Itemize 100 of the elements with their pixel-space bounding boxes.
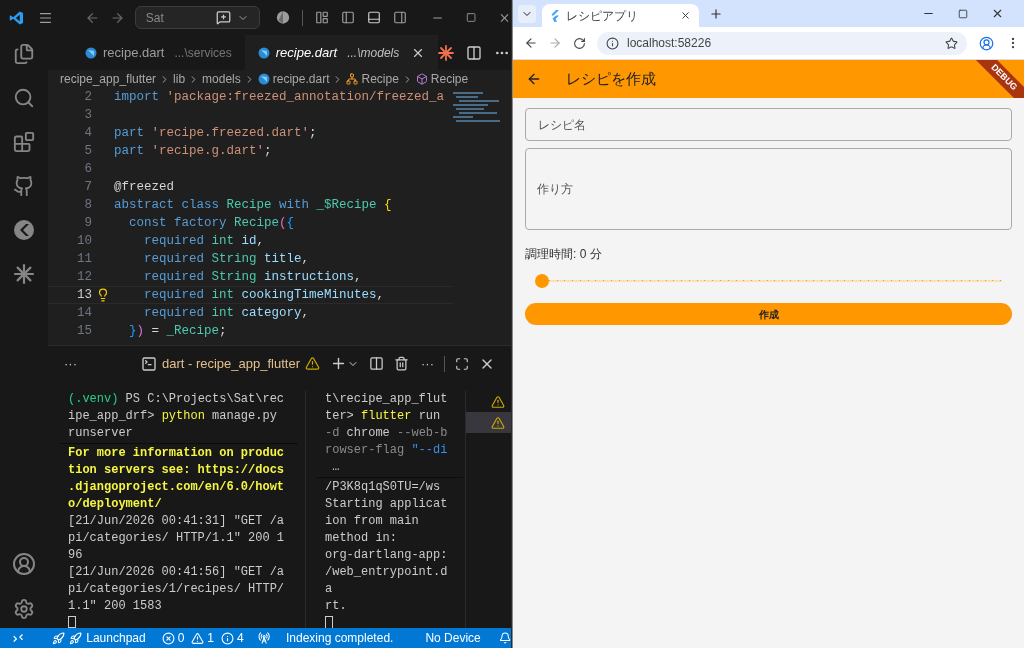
new-tab-icon[interactable] [709,7,723,21]
breadcrumb-item[interactable]: recipe.dart [272,70,330,88]
sparkle-icon[interactable] [13,263,35,285]
terminal-line: .djangoproject.com/en/6.0/howt [68,478,286,496]
remote-icon[interactable] [12,631,25,645]
command-center-label: Sat [145,9,165,27]
indexing-status[interactable]: Indexing completed. [286,629,394,647]
dart-file-icon [257,73,270,85]
panel-left-icon[interactable] [340,10,355,25]
terminal-line: 1.1" 200 1583 [68,597,163,615]
app-bar-title: レシピを作成 [566,68,656,89]
new-terminal-icon[interactable] [330,355,347,372]
close-tab-icon[interactable] [680,10,691,21]
panel-more[interactable]: ··· [64,353,77,374]
code-line: const factory Recipe({ [128,215,295,232]
profile-icon[interactable] [979,35,994,51]
code-line: part 'recipe.g.dart'; [114,143,272,160]
bookmark-star-icon[interactable] [945,36,958,50]
terminal-line: method in: [325,530,398,547]
device-selector[interactable]: No Device [425,629,481,647]
terminal-line: pi/categories/1/recipes/ HTTP/ [68,580,286,598]
tab-search-button[interactable] [518,5,536,23]
terminal-line: org-dartlang-app: [325,547,449,564]
code-line: required String title, [143,251,310,268]
warning-icon [491,415,505,430]
cooking-time-slider[interactable] [535,273,1002,289]
terminal-line: [21/Jun/2026 00:41:56] "GET /a [68,563,286,581]
terminal-line: [21/Jun/2026 00:41:31] "GET /a [68,512,286,530]
site-info-icon[interactable] [606,36,619,50]
create-button[interactable]: 作成 [525,303,1012,325]
terminal-tab[interactable]: dart - recipe_app_flutter [140,353,320,374]
dart-file-icon [85,46,97,59]
code-line: abstract class Recipe with _$Recipe { [114,197,392,214]
terminal-line: 96 [68,546,84,564]
settings-icon[interactable] [13,598,35,620]
launchpad-item[interactable]: Launchpad [52,629,146,647]
terminal-line: (.venv) PS C:\Projects\Sat\rec [68,391,286,408]
terminal-line: Starting applicat [325,496,449,513]
breadcrumb-item[interactable]: Recipe [430,70,469,88]
line-number: 9 [83,215,92,232]
line-number: 5 [83,143,92,160]
code-line: }) = _Recipe; [128,323,227,340]
editor-tab[interactable]: recipe.dart ...\models [244,35,439,70]
line-number: 2 [83,89,92,106]
explorer-icon[interactable] [13,43,35,65]
code-line: part 'recipe.freezed.dart'; [114,125,317,142]
panel-right-icon[interactable] [392,10,407,25]
terminal-line: rt. [325,598,348,615]
problems-item[interactable]: 0 1 4 [161,629,244,647]
reload-icon[interactable] [573,36,586,50]
broadcast-icon[interactable] [257,631,270,645]
breadcrumb-item[interactable]: recipe_app_flutter [60,70,157,88]
code-line: import 'package:freezed_annotation/freezed_a [114,89,445,106]
terminal-line: ter> flutter run [325,408,442,425]
line-number: 13 [76,287,92,304]
terminal-line: pi/categories/ HTTP/1.1" 200 1 [68,529,286,547]
tab-label: recipe.dart [103,43,165,62]
starburst-icon[interactable] [438,44,455,61]
extensions-icon[interactable] [13,131,35,153]
github-icon[interactable] [13,175,35,197]
layout-icon[interactable] [314,10,329,25]
code-line: @freezed [114,179,174,196]
breadcrumb-item[interactable]: Recipe [361,70,399,88]
instructions-field[interactable]: 作り方 [525,148,1012,230]
maximize-icon[interactable] [465,12,476,23]
cooking-time-label: 調理時間: 0 分 [525,246,603,263]
maximize-icon[interactable] [958,9,968,19]
panel-bottom-icon[interactable] [366,10,381,25]
browser-tab[interactable]: レシピアプリ [542,4,699,27]
tab-description: ...\models [347,44,400,62]
terminal-line: /P3K8q1qS0TU=/ws [325,479,442,496]
error-icon [161,631,175,645]
terminal-line: … [331,459,341,476]
breadcrumb-item[interactable]: models [202,70,241,88]
line-number: 15 [76,323,92,340]
breadcrumb-item[interactable]: lib [173,70,186,88]
address-bar[interactable]: localhost:58226 [597,31,967,55]
notifications-icon[interactable] [498,631,511,645]
split-editor-icon[interactable] [466,44,483,61]
recipe-name-field[interactable]: レシピ名 [525,108,1012,141]
search-icon[interactable] [13,87,35,109]
lightbulb-icon[interactable] [96,288,110,302]
trash-icon[interactable] [394,356,409,371]
close-icon[interactable] [991,7,1004,20]
line-number: 8 [83,197,92,214]
code-line: required int category, [143,305,310,322]
class-icon [346,73,359,85]
terminal-list-item[interactable] [466,412,511,433]
split-terminal-icon[interactable] [369,356,384,371]
terminal-line: ion from main [325,513,420,530]
account-icon[interactable] [12,552,36,576]
line-number: 12 [76,269,92,286]
terminal-more[interactable]: ··· [421,353,434,374]
info-count: 4 [237,630,244,647]
maximize-panel-icon[interactable] [455,356,469,371]
command-center[interactable]: Sat [134,6,260,29]
chat-icon[interactable] [215,10,231,25]
line-number: 11 [76,251,92,268]
terminal-icon [140,355,157,372]
back-icon[interactable] [524,36,538,50]
